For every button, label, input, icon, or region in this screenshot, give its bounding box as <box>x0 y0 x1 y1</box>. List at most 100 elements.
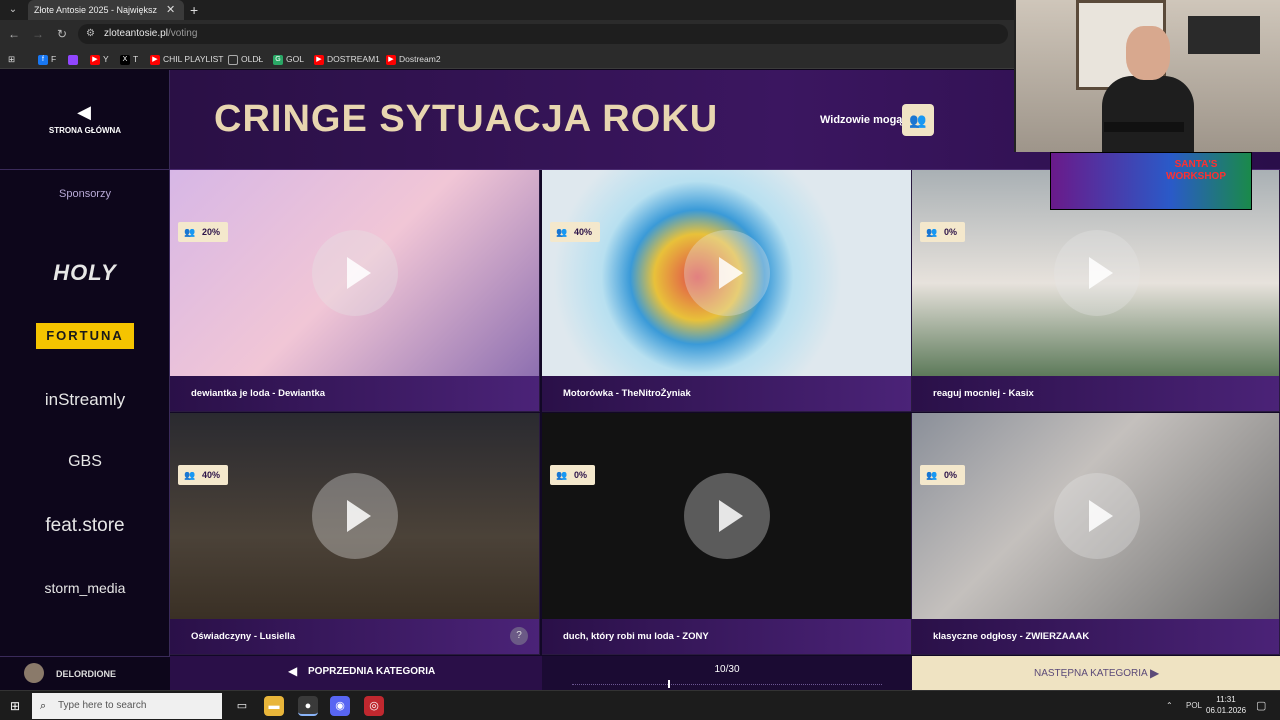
bookmark-4[interactable]: ▶ CHIL PLAYLIST <box>150 52 223 66</box>
nominee-card[interactable]: 👥 0% klasyczne odgłosy - ZWIERZAAAK <box>912 413 1280 655</box>
bookmark-3[interactable]: XT <box>120 52 138 66</box>
bookmark-1[interactable] <box>68 52 81 66</box>
sponsor-stormmedia-logo[interactable]: storm_media <box>20 573 150 603</box>
gol-icon: G <box>273 54 283 65</box>
youtube-icon: ▶ <box>314 54 324 65</box>
category-navigation: ◀ POPRZEDNIA KATEGORIA 10/30 NASTĘPNA KA… <box>170 656 1280 690</box>
users-icon: 👥 <box>926 227 938 237</box>
language-indicator[interactable]: POL <box>1186 691 1202 720</box>
clock[interactable]: 11:31 06.01.2026 <box>1206 694 1246 716</box>
play-icon <box>1089 257 1113 289</box>
nominee-card[interactable]: 👥 0% duch, który robi mu loda - ZONY <box>542 413 912 655</box>
users-icon[interactable]: 👥 <box>902 104 934 136</box>
vote-percent-badge: 👥 20% <box>178 222 229 242</box>
new-tab-icon[interactable]: + <box>190 0 202 20</box>
tab-search-icon[interactable]: ⌄ <box>4 2 22 18</box>
chrome-icon[interactable]: ● <box>298 696 318 716</box>
notification-icon[interactable]: ▢ <box>1256 691 1266 720</box>
play-button[interactable] <box>1054 473 1140 559</box>
play-button[interactable] <box>312 473 398 559</box>
avatar <box>24 663 44 683</box>
users-icon: 👥 <box>556 227 568 237</box>
play-icon <box>719 257 743 289</box>
youtube-icon: ▶ <box>90 54 100 65</box>
sponsor-fortuna-logo[interactable]: FORTUNA <box>36 323 134 349</box>
arrow-right-icon: ▶ <box>1150 666 1160 680</box>
taskbar-search[interactable]: ⌕ Type here to search <box>32 693 222 719</box>
back-icon[interactable]: ← <box>6 26 22 42</box>
site-info-icon[interactable]: ⚙ <box>86 27 98 41</box>
nominee-caption: klasyczne odgłosy - ZWIERZAAAK <box>912 619 1279 654</box>
bookmark-2[interactable]: ▶ Y <box>90 52 109 66</box>
vote-percent-badge: 👥 0% <box>920 465 966 485</box>
tab-close-icon[interactable]: ✕ <box>166 0 178 20</box>
username: DELORDIONE <box>56 669 117 679</box>
nominee-grid: 👥 20% dewiantka je loda - Dewiantka 👥 40% … <box>170 170 1280 656</box>
bookmark-7[interactable]: ▶ DOSTREAM1 <box>314 52 380 66</box>
sponsor-featstore-logo[interactable]: feat.store <box>20 511 150 541</box>
vote-percent-badge: 👥 40% <box>550 222 601 242</box>
arrow-left-icon: ◀ <box>288 664 298 678</box>
previous-category-button[interactable]: ◀ POPRZEDNIA KATEGORIA <box>170 656 542 690</box>
nominee-card[interactable]: 👥 20% dewiantka je loda - Dewiantka <box>170 170 540 412</box>
play-button[interactable] <box>1054 230 1140 316</box>
sidebar: ◀ STRONA GŁÓWNA Sponsorzy HOLY FORTUNA i… <box>0 70 170 690</box>
santa-banner-text: SANTA'S WORKSHOP <box>1166 159 1226 182</box>
browser-tab[interactable]: Złote Antosie 2025 - Największ <box>28 0 184 20</box>
search-placeholder: Type here to search <box>58 700 147 711</box>
clock-time: 11:31 <box>1216 695 1236 704</box>
windows-start-icon[interactable]: ⊞ <box>8 699 22 713</box>
x-icon: X <box>120 54 130 65</box>
obs-icon[interactable]: ◎ <box>364 696 384 716</box>
play-button[interactable] <box>312 230 398 316</box>
sponsor-gbs-logo[interactable]: GBS <box>20 447 150 477</box>
bookmark-6[interactable]: G GOL <box>273 52 304 66</box>
forward-icon[interactable]: → <box>30 26 46 42</box>
user-row[interactable]: DELORDIONE <box>0 656 170 690</box>
screen: ⌄ Złote Antosie 2025 - Największ ✕ + ← →… <box>0 0 1280 720</box>
url-field[interactable]: ⚙ zloteantosie.pl/voting <box>78 24 1008 44</box>
users-icon: 👥 <box>184 470 196 480</box>
webcam-overlay <box>1014 0 1280 152</box>
home-button[interactable]: ◀ STRONA GŁÓWNA <box>0 70 170 170</box>
users-icon: 👥 <box>184 227 196 237</box>
file-explorer-icon[interactable]: ▬ <box>264 696 284 716</box>
arrow-left-icon: ◀ <box>77 102 91 122</box>
tab-title: Złote Antosie 2025 - Największ <box>34 5 158 15</box>
nominee-card[interactable]: 👥 40% Oświadczyny - Lusiella ? <box>170 413 540 655</box>
next-category-label: NASTĘPNA KATEGORIA <box>1034 668 1148 679</box>
sponsor-instreamly-logo[interactable]: inStreamly <box>20 385 150 415</box>
task-view-icon[interactable]: ▭ <box>232 696 252 716</box>
users-icon: 👥 <box>556 470 568 480</box>
taskbar: ⊞ ⌕ Type here to search ▭ ▬ ● ◉ ◎ ⌃ POL … <box>0 690 1280 720</box>
play-icon <box>347 257 371 289</box>
facebook-icon: f <box>38 54 48 65</box>
discord-icon[interactable]: ◉ <box>330 696 350 716</box>
progress-marker <box>668 680 670 688</box>
nominee-caption: dewiantka je loda - Dewiantka <box>170 376 539 411</box>
apps-icon[interactable]: ⊞ <box>8 52 15 66</box>
play-button[interactable] <box>684 230 770 316</box>
category-title: CRINGE SYTUACJA ROKU <box>214 98 719 140</box>
sponsor-holy-logo[interactable]: HOLY <box>20 258 150 288</box>
bookmark-8[interactable]: ▶ Dostream2 <box>386 52 441 66</box>
reload-icon[interactable]: ↻ <box>54 26 70 42</box>
play-icon <box>719 500 743 532</box>
category-progress: 10/30 <box>542 656 912 690</box>
play-icon <box>1089 500 1113 532</box>
search-icon: ⌕ <box>40 700 47 712</box>
url-domain: zloteantosie.pl <box>104 28 168 39</box>
nominee-caption: reaguj mocniej - Kasix <box>912 376 1279 411</box>
nominee-card[interactable]: 👥 40% Motorówka - TheNitroŻyniak <box>542 170 912 412</box>
vote-percent-badge: 👥 0% <box>920 222 966 242</box>
next-category-button[interactable]: NASTĘPNA KATEGORIA ▶ <box>912 656 1280 690</box>
microphone-arm <box>1104 122 1184 132</box>
play-button[interactable] <box>684 473 770 559</box>
progress-text: 10/30 <box>714 664 740 675</box>
vote-percent-badge: 👥 40% <box>178 465 229 485</box>
streamer <box>1102 26 1194 152</box>
tray-arrow-icon[interactable]: ⌃ <box>1166 691 1173 720</box>
bookmark-0[interactable]: fF <box>38 52 56 66</box>
bookmark-5[interactable]: OLDŁ <box>228 52 263 66</box>
help-icon[interactable]: ? <box>510 627 528 645</box>
